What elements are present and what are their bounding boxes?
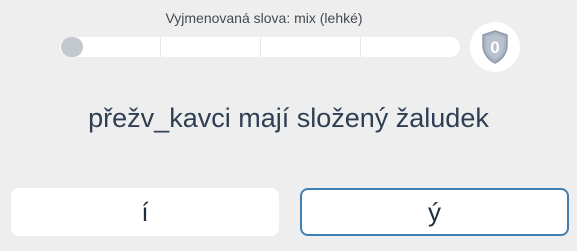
progress-knob [61, 37, 83, 57]
score-badge: 0 [470, 22, 520, 72]
progress-divider [360, 37, 361, 57]
progress-divider [160, 37, 161, 57]
shield-icon: 0 [481, 30, 509, 64]
progress-divider [260, 37, 261, 57]
score-value: 0 [490, 38, 500, 57]
question-text: přežv_kavci mají složený žaludek [88, 103, 489, 133]
quiz-title: Vyjmenovaná slova: mix (lehké) [165, 10, 363, 26]
answer-button-y[interactable]: ý [300, 188, 569, 236]
answer-button-i[interactable]: í [11, 188, 279, 236]
progress-bar [60, 37, 460, 57]
